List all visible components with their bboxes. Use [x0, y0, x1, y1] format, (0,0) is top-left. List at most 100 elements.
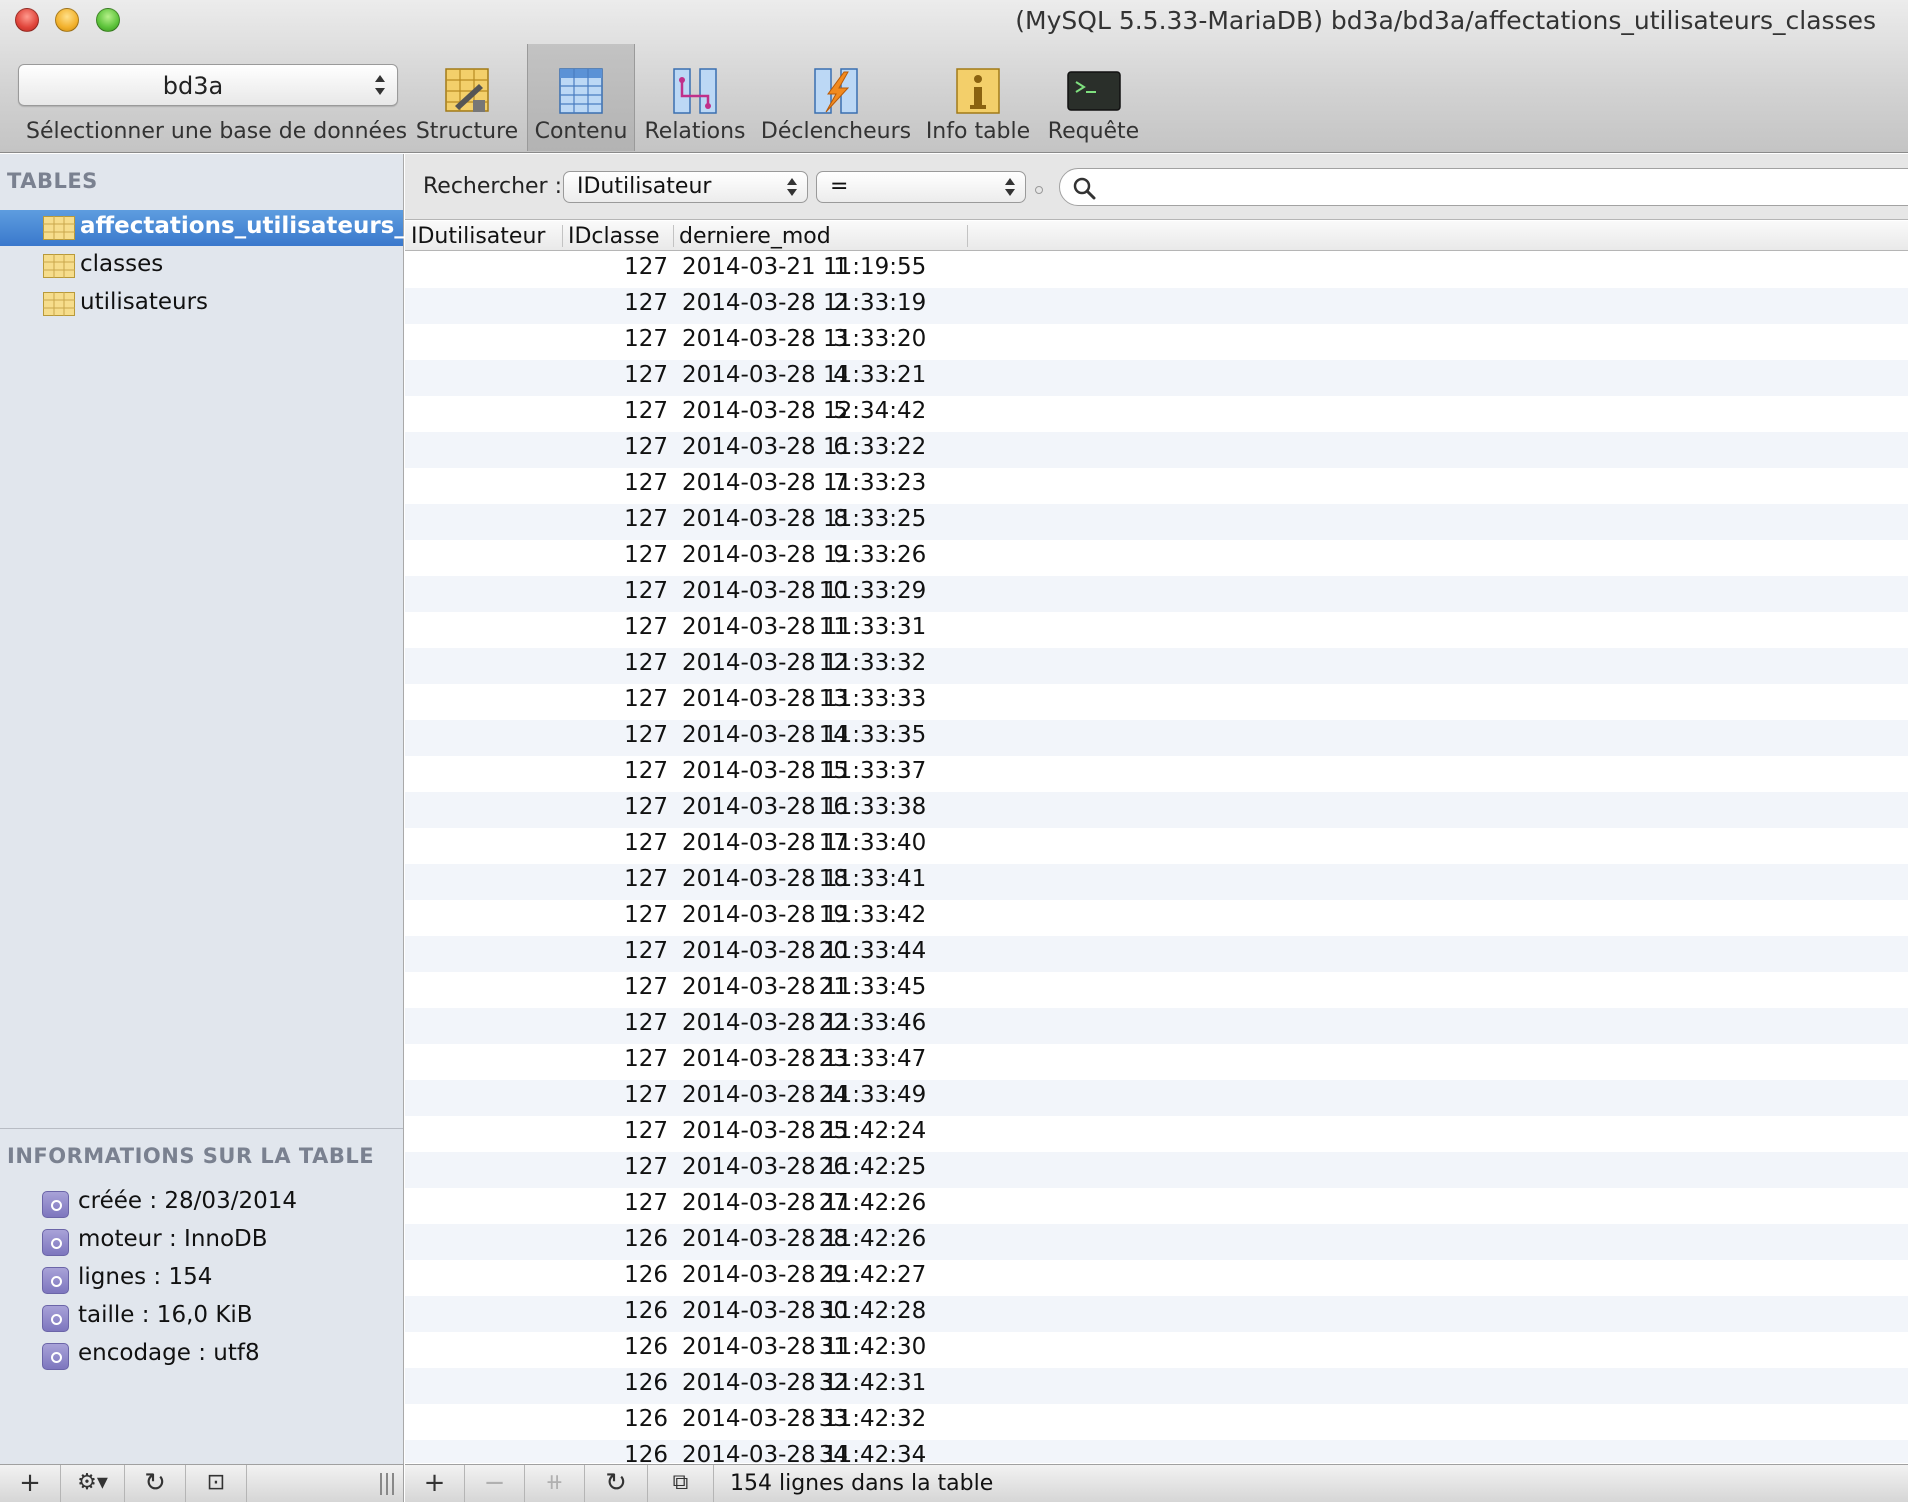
- table-row[interactable]: 1 127 2014-03-21 11:19:55: [405, 252, 1908, 288]
- cell-derniere-mod[interactable]: 2014-03-28 11:33:29: [682, 578, 926, 604]
- cell-derniere-mod[interactable]: 2014-03-28 11:33:21: [682, 362, 926, 388]
- cell-idclasse[interactable]: 127: [575, 902, 668, 928]
- cell-idclasse[interactable]: 127: [575, 326, 668, 352]
- cell-derniere-mod[interactable]: 2014-03-28 11:42:28: [682, 1298, 926, 1324]
- cell-idclasse[interactable]: 127: [575, 1118, 668, 1144]
- add-table-button[interactable]: +: [0, 1465, 61, 1502]
- cell-derniere-mod[interactable]: 2014-03-28 11:33:31: [682, 614, 926, 640]
- cell-idclasse[interactable]: 127: [575, 974, 668, 1000]
- cell-idclasse[interactable]: 127: [575, 1154, 668, 1180]
- table-actions-gear-button[interactable]: ⚙▾: [61, 1465, 125, 1502]
- cell-derniere-mod[interactable]: 2014-03-28 11:42:32: [682, 1406, 926, 1432]
- search-input[interactable]: [1059, 168, 1908, 206]
- sidebar-table-affectations[interactable]: affectations_utilisateurs_...: [0, 210, 432, 246]
- table-row[interactable]: 32 126 2014-03-28 11:42:31: [405, 1368, 1908, 1404]
- table-row[interactable]: 26 127 2014-03-28 11:42:25: [405, 1152, 1908, 1188]
- toolbar-query-button[interactable]: Requête: [1040, 46, 1147, 153]
- cell-derniere-mod[interactable]: 2014-03-28 11:33:25: [682, 506, 926, 532]
- toolbar-structure-button[interactable]: Structure: [412, 46, 522, 153]
- cell-idclasse[interactable]: 127: [575, 1082, 668, 1108]
- cell-idclasse[interactable]: 127: [575, 506, 668, 532]
- cell-derniere-mod[interactable]: 2014-03-28 11:33:22: [682, 434, 926, 460]
- filter-operator-select[interactable]: =: [816, 171, 1026, 203]
- table-row[interactable]: 12 127 2014-03-28 11:33:32: [405, 648, 1908, 684]
- cell-derniere-mod[interactable]: 2014-03-28 11:33:33: [682, 686, 926, 712]
- table-row[interactable]: 7 127 2014-03-28 11:33:23: [405, 468, 1908, 504]
- cell-derniere-mod[interactable]: 2014-03-28 11:33:45: [682, 974, 926, 1000]
- table-row[interactable]: 19 127 2014-03-28 11:33:42: [405, 900, 1908, 936]
- column-separator[interactable]: [673, 225, 674, 247]
- cell-idclasse[interactable]: 127: [575, 1046, 668, 1072]
- cell-idclasse[interactable]: 127: [575, 650, 668, 676]
- cell-idclasse[interactable]: 127: [575, 578, 668, 604]
- cell-idclasse[interactable]: 127: [575, 686, 668, 712]
- cell-idclasse[interactable]: 126: [575, 1262, 668, 1288]
- cell-idclasse[interactable]: 126: [575, 1298, 668, 1324]
- grid-body[interactable]: 1 127 2014-03-21 11:19:55 2 127 2014-03-28 11…: [405, 252, 1908, 1463]
- table-row[interactable]: 14 127 2014-03-28 11:33:35: [405, 720, 1908, 756]
- cell-idclasse[interactable]: 127: [575, 1010, 668, 1036]
- table-row[interactable]: 5 127 2014-03-28 12:34:42: [405, 396, 1908, 432]
- cell-derniere-mod[interactable]: 2014-03-28 11:33:46: [682, 1010, 926, 1036]
- cell-derniere-mod[interactable]: 2014-03-28 11:33:40: [682, 830, 926, 856]
- cell-derniere-mod[interactable]: 2014-03-21 11:19:55: [682, 254, 926, 280]
- cell-idclasse[interactable]: 127: [575, 1190, 668, 1216]
- table-row[interactable]: 16 127 2014-03-28 11:33:38: [405, 792, 1908, 828]
- cell-derniere-mod[interactable]: 2014-03-28 11:33:49: [682, 1082, 926, 1108]
- duplicate-row-button[interactable]: ⧺: [525, 1465, 585, 1502]
- cell-idclasse[interactable]: 127: [575, 830, 668, 856]
- cell-idclasse[interactable]: 126: [575, 1334, 668, 1360]
- column-header-idutilisateur[interactable]: IDutilisateur: [411, 224, 545, 249]
- cell-idclasse[interactable]: 127: [575, 542, 668, 568]
- cell-derniere-mod[interactable]: 2014-03-28 11:33:23: [682, 470, 926, 496]
- cell-derniere-mod[interactable]: 2014-03-28 12:34:42: [682, 398, 926, 424]
- column-separator[interactable]: [562, 225, 563, 247]
- cell-derniere-mod[interactable]: 2014-03-28 11:42:31: [682, 1370, 926, 1396]
- cell-derniere-mod[interactable]: 2014-03-28 11:33:20: [682, 326, 926, 352]
- toolbar-content-button[interactable]: Contenu: [527, 44, 635, 151]
- cell-derniere-mod[interactable]: 2014-03-28 11:33:35: [682, 722, 926, 748]
- cell-idclasse[interactable]: 127: [575, 398, 668, 424]
- cell-derniere-mod[interactable]: 2014-03-28 11:42:25: [682, 1154, 926, 1180]
- cell-idclasse[interactable]: 127: [575, 362, 668, 388]
- cell-idclasse[interactable]: 127: [575, 290, 668, 316]
- toolbar-relations-button[interactable]: Relations: [640, 46, 750, 153]
- cell-idclasse[interactable]: 127: [575, 938, 668, 964]
- toolbar-triggers-button[interactable]: Déclencheurs: [758, 46, 914, 153]
- add-row-button[interactable]: +: [405, 1465, 465, 1502]
- table-row[interactable]: 8 127 2014-03-28 11:33:25: [405, 504, 1908, 540]
- pagination-button[interactable]: ⧉: [648, 1465, 714, 1502]
- minimize-window-button[interactable]: [55, 8, 79, 32]
- cell-derniere-mod[interactable]: 2014-03-28 11:42:27: [682, 1262, 926, 1288]
- cell-derniere-mod[interactable]: 2014-03-28 11:42:34: [682, 1442, 926, 1463]
- cell-idclasse[interactable]: 126: [575, 1406, 668, 1432]
- table-row[interactable]: 15 127 2014-03-28 11:33:37: [405, 756, 1908, 792]
- table-row[interactable]: 34 126 2014-03-28 11:42:34: [405, 1440, 1908, 1463]
- refresh-content-button[interactable]: ↻: [585, 1465, 648, 1502]
- cell-derniere-mod[interactable]: 2014-03-28 11:33:41: [682, 866, 926, 892]
- cell-derniere-mod[interactable]: 2014-03-28 11:33:44: [682, 938, 926, 964]
- table-row[interactable]: 6 127 2014-03-28 11:33:22: [405, 432, 1908, 468]
- cell-idclasse[interactable]: 127: [575, 434, 668, 460]
- toolbar-info-table-button[interactable]: Info table: [922, 46, 1034, 153]
- cell-idclasse[interactable]: 126: [575, 1442, 668, 1463]
- table-row[interactable]: 33 126 2014-03-28 11:42:32: [405, 1404, 1908, 1440]
- cell-idclasse[interactable]: 126: [575, 1226, 668, 1252]
- close-window-button[interactable]: [15, 8, 39, 32]
- table-row[interactable]: 4 127 2014-03-28 11:33:21: [405, 360, 1908, 396]
- cell-derniere-mod[interactable]: 2014-03-28 11:33:42: [682, 902, 926, 928]
- cell-derniere-mod[interactable]: 2014-03-28 11:33:47: [682, 1046, 926, 1072]
- table-row[interactable]: 11 127 2014-03-28 11:33:31: [405, 612, 1908, 648]
- table-row[interactable]: 28 126 2014-03-28 11:42:26: [405, 1224, 1908, 1260]
- cell-derniere-mod[interactable]: 2014-03-28 11:42:30: [682, 1334, 926, 1360]
- cell-idclasse[interactable]: 127: [575, 470, 668, 496]
- table-row[interactable]: 2 127 2014-03-28 11:33:19: [405, 288, 1908, 324]
- table-row[interactable]: 13 127 2014-03-28 11:33:33: [405, 684, 1908, 720]
- toggle-info-pane-button[interactable]: ⊡: [186, 1465, 247, 1502]
- table-row[interactable]: 21 127 2014-03-28 11:33:45: [405, 972, 1908, 1008]
- table-row[interactable]: 25 127 2014-03-28 11:42:24: [405, 1116, 1908, 1152]
- cell-derniere-mod[interactable]: 2014-03-28 11:33:32: [682, 650, 926, 676]
- delete-row-button[interactable]: −: [465, 1465, 525, 1502]
- sidebar-table-classes[interactable]: classes: [0, 248, 403, 284]
- refresh-tables-button[interactable]: ↻: [125, 1465, 186, 1502]
